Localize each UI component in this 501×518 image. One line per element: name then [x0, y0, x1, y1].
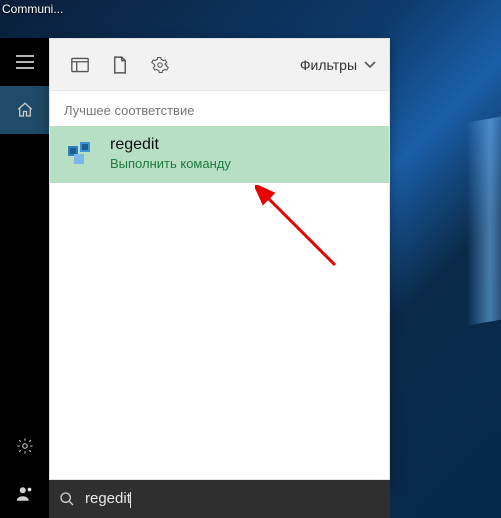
best-match-label: Лучшее соответствие — [50, 91, 389, 126]
hamburger-icon[interactable] — [0, 38, 49, 86]
search-input[interactable]: regedit — [85, 490, 131, 507]
start-sidebar — [0, 38, 49, 518]
apps-scope-icon[interactable] — [60, 45, 100, 85]
user-icon[interactable] — [0, 470, 49, 518]
settings-scope-icon[interactable] — [140, 45, 180, 85]
chevron-down-icon — [363, 60, 377, 70]
documents-scope-icon[interactable] — [100, 45, 140, 85]
filters-dropdown[interactable]: Фильтры — [300, 57, 379, 73]
search-icon — [59, 491, 75, 507]
panel-header: Фильтры — [50, 39, 389, 91]
search-results-panel: Фильтры Лучшее соответствие regedit Выпо… — [49, 38, 390, 480]
result-subtitle: Выполнить команду — [110, 156, 231, 171]
home-icon[interactable] — [0, 86, 49, 134]
text-caret — [130, 492, 131, 508]
search-result-regedit[interactable]: regedit Выполнить команду — [50, 126, 389, 183]
gear-icon[interactable] — [0, 422, 49, 470]
search-bar[interactable]: regedit — [49, 480, 390, 518]
result-text: regedit Выполнить команду — [110, 136, 231, 171]
regedit-icon — [64, 138, 96, 170]
filters-label: Фильтры — [300, 57, 357, 73]
result-title: regedit — [110, 136, 231, 154]
desktop-shortcut-label[interactable]: Communi... — [2, 2, 63, 16]
